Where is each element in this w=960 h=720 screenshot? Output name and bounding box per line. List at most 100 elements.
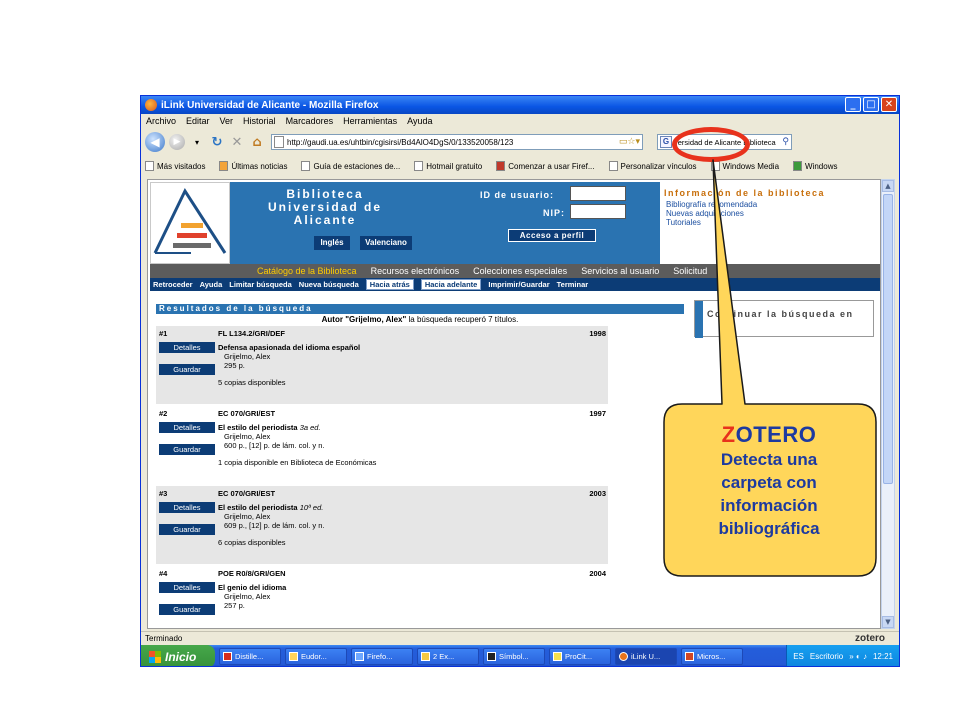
scroll-up-icon[interactable]: ▲ [882,180,894,192]
scroll-thumb[interactable] [883,194,893,484]
bookmark-item[interactable]: Más visitados [145,161,205,171]
google-icon[interactable]: G [660,136,672,148]
search-icon[interactable]: ⚲ [782,137,789,147]
refine-search-box[interactable]: Continuar la búsqueda en [694,300,874,338]
desktop-toolbar[interactable]: Escritorio [810,652,843,661]
taskbar-item[interactable]: Distille... [219,648,281,665]
refine-search-text[interactable]: Continuar la búsqueda en [707,309,867,320]
save-button[interactable]: Guardar [159,604,215,615]
menu-herramientas[interactable]: Herramientas [343,116,397,126]
page-icon [710,161,720,171]
bookmark-item[interactable]: Personalizar vínculos [608,161,697,171]
tab-solicitud[interactable]: Solicitud [673,266,707,276]
details-button[interactable]: Detalles [159,502,215,513]
taskbar-item[interactable]: Símbol... [483,648,545,665]
url-bar[interactable]: http://gaudi.ua.es/uhtbin/cgisirsi/Bd4Al… [271,134,643,150]
record-title[interactable]: El estilo del periodista 10ª ed. [218,503,323,512]
results-header: Resultados de la búsqueda [156,304,684,314]
bookmark-item[interactable]: Windows Media [710,161,779,171]
record-copies: 5 copias disponibles [218,378,286,387]
profile-access-button[interactable]: Acceso a perfil [508,229,596,242]
taskbar-item[interactable]: Micros... [681,648,743,665]
console-icon [487,652,496,661]
scroll-down-icon[interactable]: ▼ [882,616,894,628]
close-button[interactable]: ✕ [881,97,897,112]
menu-ver[interactable]: Ver [220,116,234,126]
imprimir-guardar-link[interactable]: Imprimir/Guardar [488,280,549,289]
start-button[interactable]: Inicio [141,645,215,666]
recommended-bibliography-link[interactable]: Bibliografía recomendada [666,200,757,209]
bookmark-item[interactable]: Hotmail gratuito [414,161,482,171]
terminar-link[interactable]: Terminar [557,280,589,289]
record-author: Grijelmo, Alex [224,512,271,521]
record-copies: 6 copias disponibles [218,538,286,547]
save-button[interactable]: Guardar [159,524,215,535]
tab-catalogo[interactable]: Catálogo de la Biblioteca [257,266,357,276]
clock: 12:21 [872,652,893,661]
menu-historial[interactable]: Historial [243,116,276,126]
retroceder-link[interactable]: Retroceder [153,280,193,289]
valencian-button[interactable]: Valenciano [360,236,412,250]
home-icon[interactable]: ⌂ [249,134,265,150]
ayuda-link[interactable]: Ayuda [200,280,223,289]
save-button[interactable]: Guardar [159,364,215,375]
menu-archivo[interactable]: Archivo [146,116,176,126]
hacia-adelante-button[interactable]: Hacia adelante [420,279,482,290]
bookmark-item[interactable]: Windows [793,161,837,171]
vertical-scrollbar[interactable]: ▲ ▼ [881,179,895,629]
navigation-toolbar: ◀ ▶ ▾ ↻ ✕ ⌂ http://gaudi.ua.es/uhtbin/cg… [141,129,899,155]
hacia-atras-button[interactable]: Hacia atrás [365,279,414,290]
menu-marcadores[interactable]: Marcadores [286,116,334,126]
result-record: #1 FL L134.2/GRI/DEF 1998 Detalles Guard… [156,326,608,404]
bookmark-item[interactable]: Guía de estaciones de... [301,161,400,171]
url-text[interactable]: http://gaudi.ua.es/uhtbin/cgisirsi/Bd4Al… [287,138,619,147]
taskbar-item[interactable]: 2 Ex... [417,648,479,665]
nueva-busqueda-link[interactable]: Nueva búsqueda [299,280,359,289]
page-icon [414,161,424,171]
taskbar-item-active[interactable]: iLink U... [615,648,677,665]
bookmark-item[interactable]: Comenzar a usar Firef... [496,161,595,171]
bookmarks-toolbar: Más visitados Últimas noticias Guía de e… [141,158,899,174]
language-indicator[interactable]: ES [793,652,804,661]
history-dropdown-icon[interactable]: ▾ [189,134,205,150]
tutorials-link[interactable]: Tutoriales [666,218,701,227]
zotero-status-icon[interactable]: zotero [855,633,885,644]
back-button[interactable]: ◀ [145,132,165,152]
menu-editar[interactable]: Editar [186,116,210,126]
reload-icon[interactable]: ↻ [209,134,225,150]
tab-servicios-usuario[interactable]: Servicios al usuario [581,266,659,276]
details-button[interactable]: Detalles [159,342,215,353]
user-id-field[interactable] [570,186,626,201]
nip-label: NIP: [543,208,565,218]
taskbar-item[interactable]: Eudor... [285,648,347,665]
university-logo [150,182,230,264]
nip-field[interactable] [570,204,626,219]
tray-icons[interactable]: » ◐ ♪ [849,652,867,661]
record-title[interactable]: El genio del idioma [218,583,286,592]
powerpoint-icon [685,652,694,661]
record-number: #4 [159,569,168,578]
bookmark-star-icon[interactable]: ▭☆▾ [619,137,640,147]
status-bar: Terminado zotero [141,631,899,645]
english-button[interactable]: Inglés [314,236,350,250]
details-button[interactable]: Detalles [159,422,215,433]
record-pages: 295 p. [224,361,245,370]
callout-line: Detecta una [720,450,818,469]
tab-recursos-electronicos[interactable]: Recursos electrónicos [371,266,460,276]
new-acquisitions-link[interactable]: Nuevas adquisiciones [666,209,744,218]
save-button[interactable]: Guardar [159,444,215,455]
tab-colecciones-especiales[interactable]: Colecciones especiales [473,266,567,276]
taskbar-item[interactable]: Firefo... [351,648,413,665]
call-number: EC 070/GRI/EST [218,489,276,498]
forward-button[interactable]: ▶ [169,134,185,150]
bookmark-item[interactable]: Últimas noticias [219,161,287,171]
record-title[interactable]: Defensa apasionada del idioma español [218,343,360,352]
details-button[interactable]: Detalles [159,582,215,593]
menu-ayuda[interactable]: Ayuda [407,116,432,126]
record-title[interactable]: El estilo del periodista 3a ed. [218,423,321,432]
taskbar-item[interactable]: ProCit... [549,648,611,665]
stop-icon[interactable]: ✕ [229,134,245,150]
limitar-busqueda-link[interactable]: Limitar búsqueda [229,280,292,289]
minimize-button[interactable]: _ [845,97,861,112]
maximize-button[interactable]: □ [863,97,879,112]
